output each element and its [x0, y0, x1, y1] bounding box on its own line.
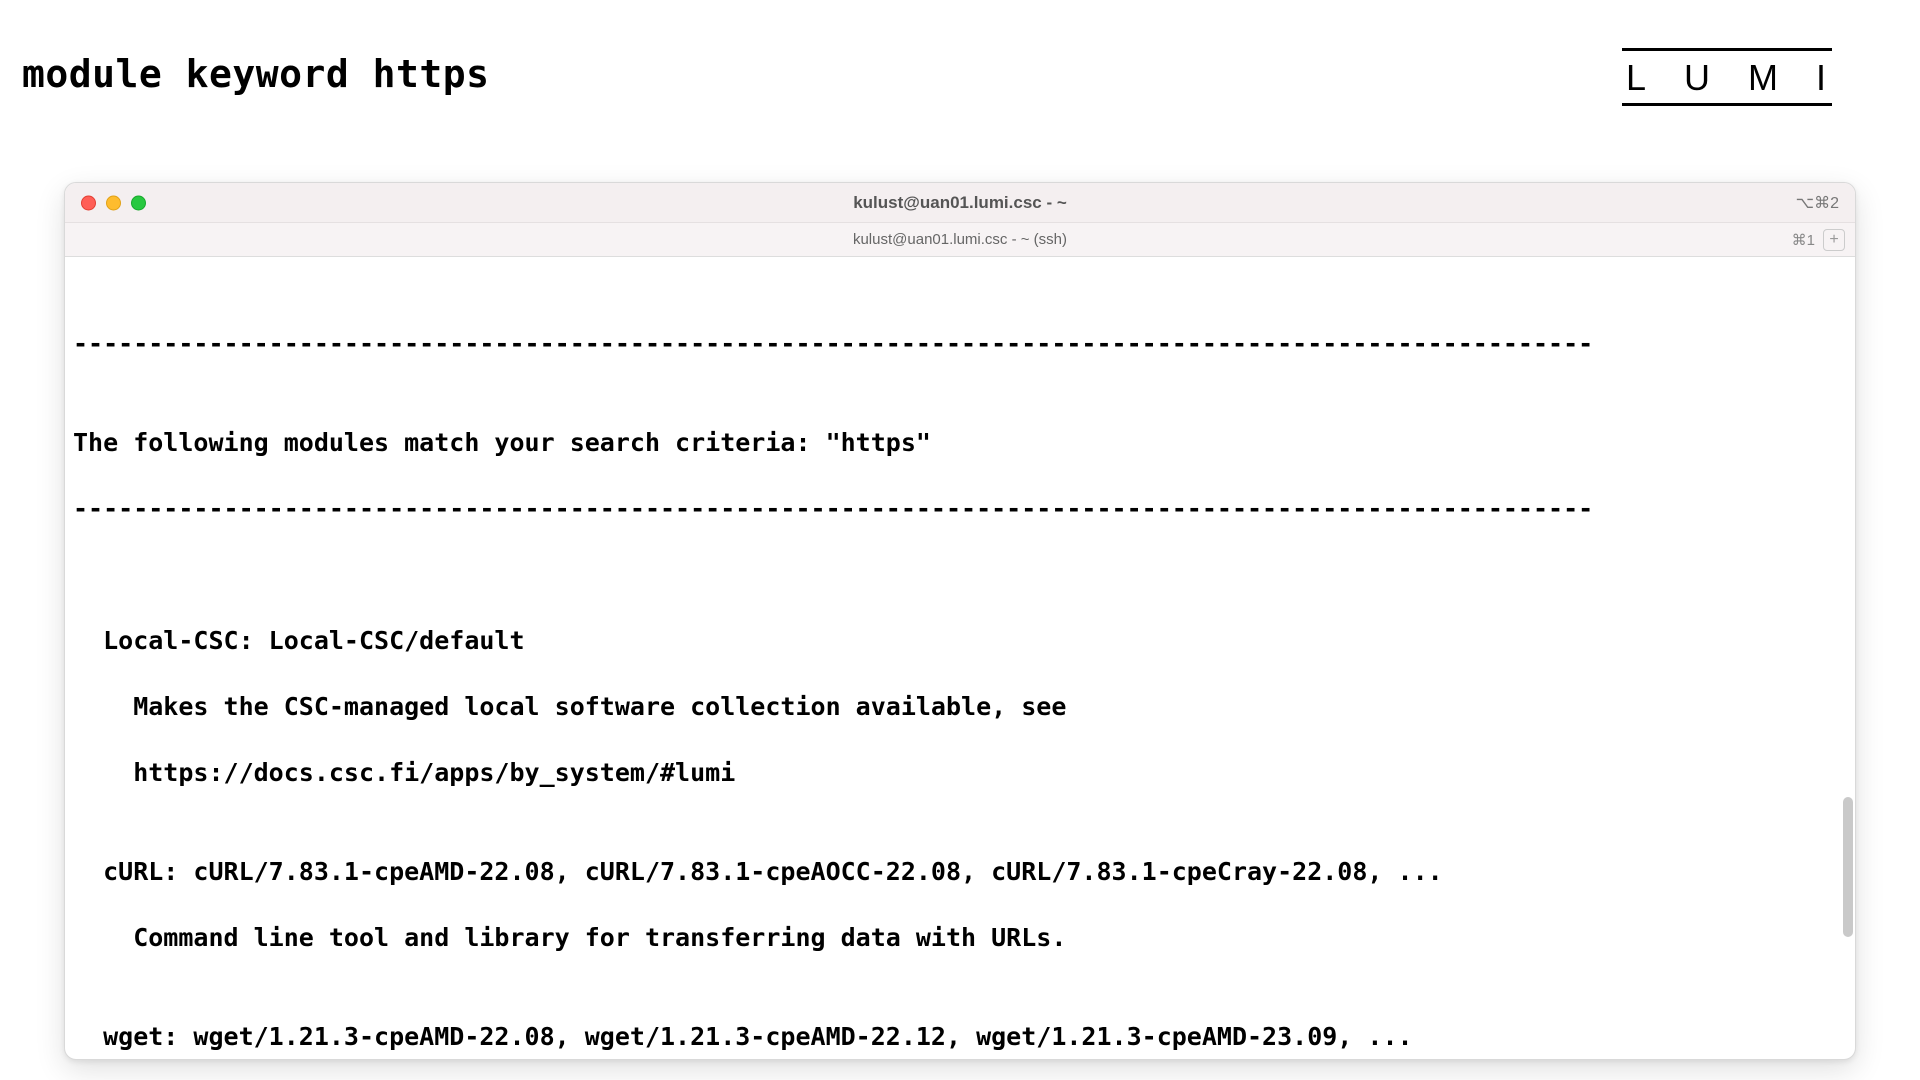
terminal-line: https://docs.csc.fi/apps/by_system/#lumi [73, 756, 1847, 789]
logo-letter: M [1748, 57, 1780, 99]
terminal-line: Makes the CSC-managed local software col… [73, 690, 1847, 723]
terminal-window: kulust@uan01.lumi.csc - ~ ⌥⌘2 kulust@uan… [64, 182, 1856, 1060]
tab-shortcut: ⌘1 [1792, 231, 1815, 249]
terminal-line: ----------------------------------------… [73, 492, 1847, 525]
window-title: kulust@uan01.lumi.csc - ~ [853, 193, 1067, 213]
window-titlebar[interactable]: kulust@uan01.lumi.csc - ~ ⌥⌘2 [65, 183, 1855, 223]
new-tab-button[interactable]: + [1823, 229, 1845, 251]
minimize-icon[interactable] [106, 195, 121, 210]
terminal-line: ----------------------------------------… [73, 327, 1847, 360]
window-controls [81, 195, 146, 210]
slide-title: module keyword https [22, 52, 490, 96]
terminal-line: The following modules match your search … [73, 426, 1847, 459]
terminal-line: cURL: cURL/7.83.1-cpeAMD-22.08, cURL/7.8… [73, 855, 1847, 888]
logo-letter: L [1626, 57, 1648, 99]
tab-bar: kulust@uan01.lumi.csc - ~ (ssh) ⌘1 + [65, 223, 1855, 257]
terminal-line: Local-CSC: Local-CSC/default [73, 624, 1847, 657]
close-icon[interactable] [81, 195, 96, 210]
zoom-icon[interactable] [131, 195, 146, 210]
window-shortcut: ⌥⌘2 [1796, 193, 1839, 213]
terminal-line: wget: wget/1.21.3-cpeAMD-22.08, wget/1.2… [73, 1020, 1847, 1053]
terminal-output[interactable]: ----------------------------------------… [65, 257, 1855, 1059]
tab-title[interactable]: kulust@uan01.lumi.csc - ~ (ssh) [853, 231, 1067, 248]
scrollbar-thumb[interactable] [1843, 797, 1853, 937]
logo-letter: I [1816, 57, 1828, 99]
lumi-logo: L U M I [1622, 48, 1832, 106]
terminal-line: Command line tool and library for transf… [73, 921, 1847, 954]
logo-letter: U [1684, 57, 1712, 99]
